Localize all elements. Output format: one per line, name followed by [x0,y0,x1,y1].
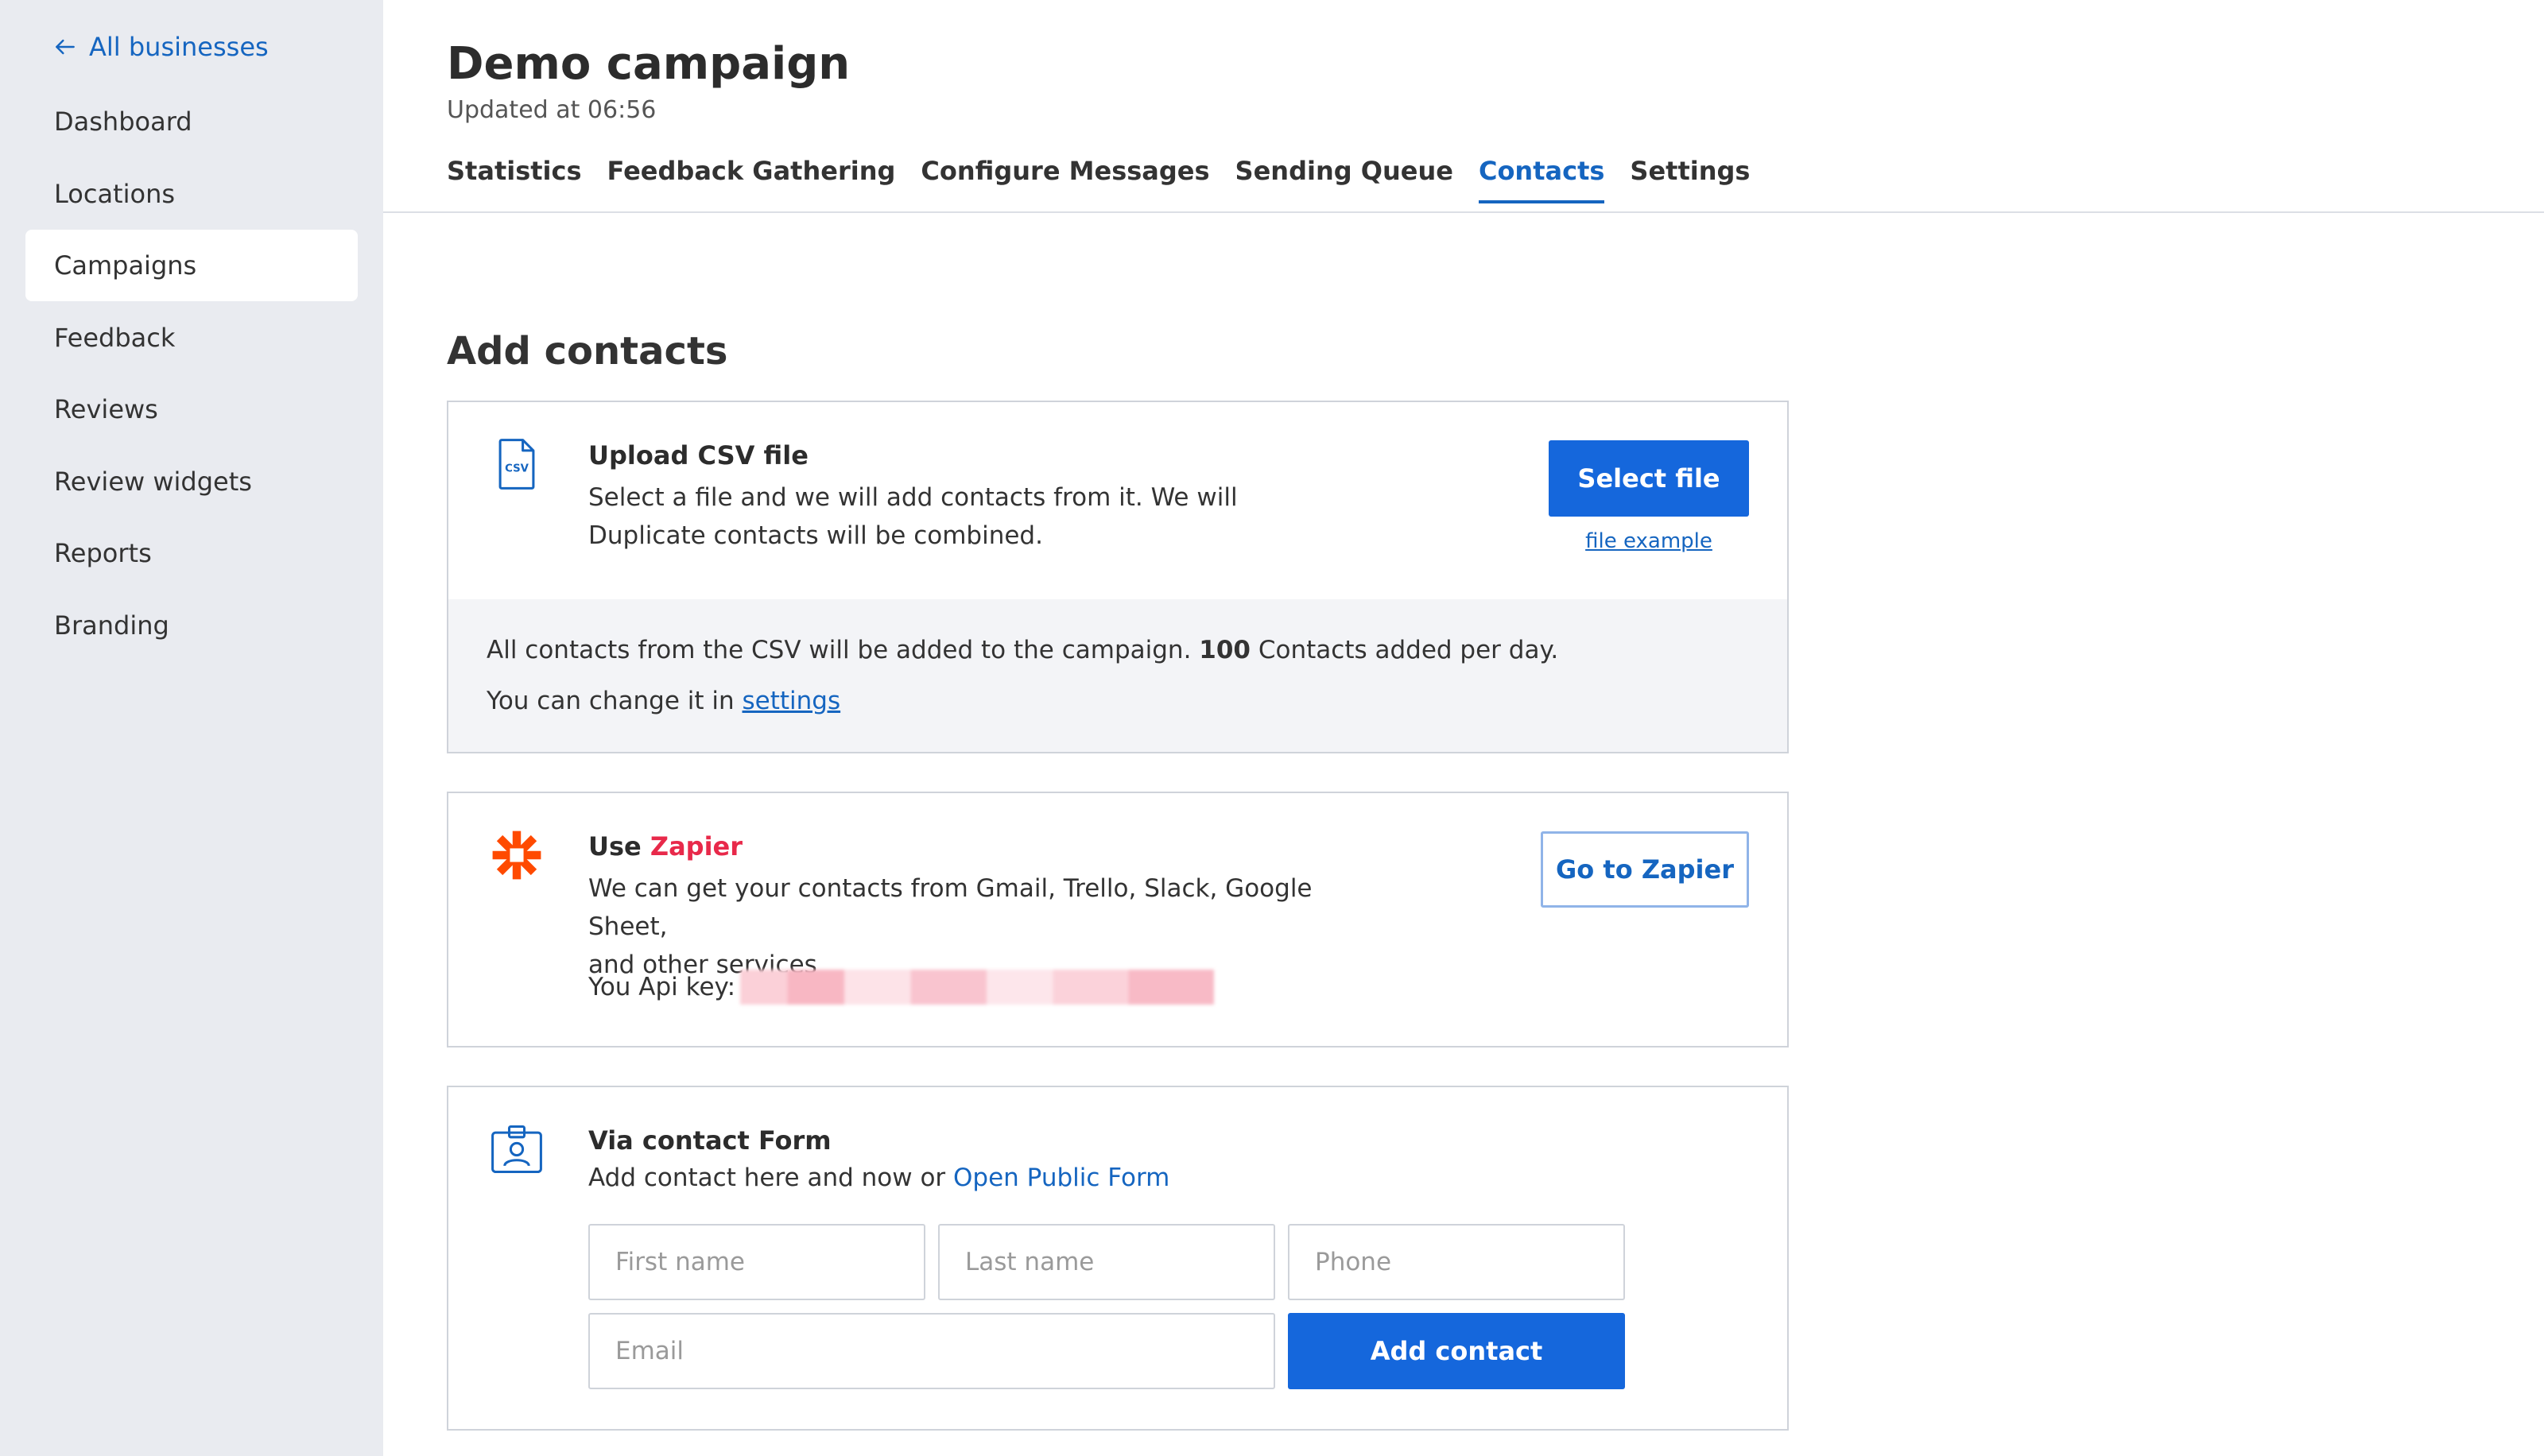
tab-feedback-gathering[interactable]: Feedback Gathering [607,156,896,203]
sidebar-item-dashboard[interactable]: Dashboard [25,86,358,157]
tab-configure-messages[interactable]: Configure Messages [921,156,1209,203]
tab-divider [383,211,2544,213]
contact-form-description: Add contact here and now or Open Public … [588,1164,1169,1192]
tab-contacts[interactable]: Contacts [1478,156,1605,203]
csv-desc-line: Duplicate contacts will be combined. [588,521,1043,550]
select-file-button[interactable]: Select file [1549,440,1749,517]
sidebar-item-label: Dashboard [54,106,192,137]
zapier-card-title: Use Zapier [588,831,743,862]
csv-card-title: Upload CSV file [588,440,809,470]
email-input[interactable] [588,1313,1275,1389]
csv-upload-card: CSV Upload CSV file Select a file and we… [447,401,1789,753]
csv-info-text: All contacts from the CSV will be added … [487,636,1192,664]
sidebar-item-label: Reports [54,538,152,568]
section-title: Add contacts [447,329,728,374]
contact-form-desc-text: Add contact here and now or [588,1164,946,1192]
svg-text:CSV: CSV [505,463,529,475]
zapier-brand-text: Zapier [650,831,743,862]
zapier-card-description: We can get your contacts from Gmail, Tre… [588,869,1383,984]
csv-settings-line: You can change it in settings [487,676,1749,726]
sidebar-nav: Dashboard Locations Campaigns Feedback R… [25,86,358,661]
contact-card-icon [491,1125,542,1174]
sidebar-item-reviews[interactable]: Reviews [25,374,358,445]
sidebar-item-locations[interactable]: Locations [25,158,358,230]
zapier-card: Use Zapier We can get your contacts from… [447,792,1789,1047]
csv-desc-line: Select a file and we will add contacts f… [588,483,1238,512]
zapier-icon [492,831,541,880]
contacts-per-day-count: 100 [1199,636,1251,664]
last-name-input[interactable] [938,1224,1275,1300]
sidebar: All businesses Dashboard Locations Campa… [0,0,383,1456]
page-title: Demo campaign [447,38,851,90]
sidebar-item-review-widgets[interactable]: Review widgets [25,446,358,517]
all-businesses-link[interactable]: All businesses [52,32,269,62]
tab-bar: Statistics Feedback Gathering Configure … [447,156,1750,203]
csv-info-line: All contacts from the CSV will be added … [487,625,1749,676]
contact-form-title: Via contact Form [588,1125,832,1156]
api-key-redacted [740,970,1215,1005]
all-businesses-label: All businesses [89,32,269,62]
csv-info-footer: All contacts from the CSV will be added … [448,599,1787,752]
phone-input[interactable] [1288,1224,1625,1300]
sidebar-item-label: Campaigns [54,250,197,281]
tab-settings[interactable]: Settings [1630,156,1750,203]
settings-link[interactable]: settings [743,687,841,715]
csv-settings-text: You can change it in [487,687,735,715]
page-header: Demo campaign Updated at 06:56 [447,38,850,124]
sidebar-item-label: Feedback [54,322,176,353]
sidebar-item-campaigns[interactable]: Campaigns [25,230,358,301]
api-key-row: You Api key: [588,970,1215,1005]
api-key-label: You Api key: [588,973,736,1001]
sidebar-item-reports[interactable]: Reports [25,517,358,589]
sidebar-item-feedback[interactable]: Feedback [25,302,358,374]
sidebar-item-label: Reviews [54,394,158,424]
updated-timestamp: Updated at 06:56 [447,96,657,124]
contact-form-card: Via contact Form Add contact here and no… [447,1086,1789,1431]
arrow-left-icon [56,39,75,55]
sidebar-item-branding[interactable]: Branding [25,590,358,661]
tab-sending-queue[interactable]: Sending Queue [1235,156,1453,203]
sidebar-item-label: Locations [54,178,176,209]
csv-card-description: Select a file and we will add contacts f… [588,478,1383,555]
tab-statistics[interactable]: Statistics [447,156,582,203]
zapier-title-text: Use [588,831,642,862]
first-name-input[interactable] [588,1224,925,1300]
zapier-desc-line: We can get your contacts from Gmail, Tre… [588,874,1313,941]
go-to-zapier-button[interactable]: Go to Zapier [1541,831,1749,908]
open-public-form-link[interactable]: Open Public Form [953,1164,1169,1192]
file-example-link[interactable]: file example [1549,529,1749,553]
add-contact-button[interactable]: Add contact [1288,1313,1625,1389]
sidebar-item-label: Branding [54,610,169,641]
sidebar-item-label: Review widgets [54,466,252,497]
csv-info-text: Contacts added per day. [1258,636,1559,664]
csv-file-icon: CSV [498,439,535,490]
